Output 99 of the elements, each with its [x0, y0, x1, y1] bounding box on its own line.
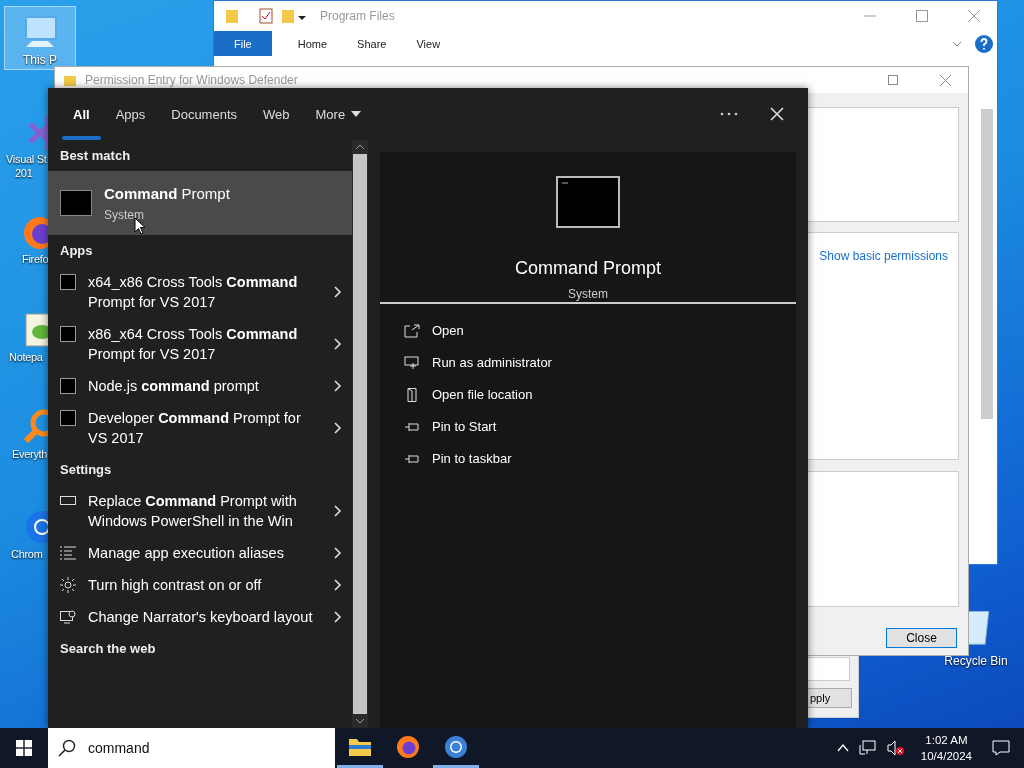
search-field[interactable]: command — [48, 728, 335, 768]
section-heading: Search the web — [59, 640, 157, 658]
folder-icon — [63, 73, 77, 87]
result-item[interactable]: Replace Command Prompt with Windows PowerShell in the Win — [48, 485, 352, 537]
apply-button[interactable]: pply — [808, 688, 852, 708]
best-match-item[interactable]: Command Prompt System — [48, 171, 352, 235]
brightness-icon — [60, 577, 76, 593]
action-item[interactable]: Open — [404, 322, 772, 339]
open-icon — [404, 323, 420, 338]
chevron-right-icon[interactable] — [334, 286, 342, 298]
chevron-up-icon[interactable] — [836, 744, 849, 752]
action-item[interactable]: Run as administrator — [404, 354, 772, 371]
result-title: Replace Command Prompt with Windows PowerShell in the Win — [88, 492, 298, 531]
console-icon — [556, 176, 620, 228]
console-icon — [60, 274, 76, 290]
window-icon — [404, 355, 420, 370]
network-icon[interactable] — [858, 740, 877, 756]
result-subtitle: System — [104, 207, 145, 222]
filter-tab[interactable]: Documents — [158, 88, 250, 140]
result-item[interactable]: Developer Command Prompt for VS 2017 — [48, 402, 352, 454]
search-icon — [58, 739, 76, 757]
clock[interactable]: 1:02 AM 10/4/2024 — [920, 732, 972, 764]
filter-tab[interactable]: Web — [250, 88, 303, 140]
scrollbar[interactable] — [981, 109, 993, 419]
text-field[interactable] — [808, 657, 850, 681]
console-icon — [60, 190, 92, 216]
action-item[interactable]: Pin to taskbar — [404, 450, 772, 467]
result-title: Command Prompt — [104, 184, 230, 202]
console-icon — [60, 378, 76, 394]
result-item[interactable]: Turn high contrast on or off — [48, 569, 352, 601]
section-heading: Settings — [59, 461, 113, 479]
scroll-up-icon[interactable] — [355, 144, 365, 150]
action-label: Open file location — [432, 387, 533, 402]
list-icon — [60, 545, 76, 561]
close-button[interactable]: Close — [886, 628, 957, 648]
result-item[interactable]: x86_x64 Cross Tools Command Prompt for VS 2017 — [48, 318, 352, 370]
filter-tab[interactable]: Apps — [102, 88, 159, 140]
maximize-icon[interactable] — [887, 74, 899, 86]
window-title: Program Files — [320, 9, 395, 23]
chevron-right-icon[interactable] — [334, 422, 342, 434]
window-title: Permission Entry for Windows Defender — [85, 73, 298, 87]
windows-icon[interactable] — [16, 740, 32, 756]
chevron-right-icon[interactable] — [334, 547, 342, 559]
scrollbar[interactable] — [352, 140, 368, 728]
result-title: Turn high contrast on or off — [88, 576, 263, 595]
icon-label: 201 — [15, 166, 33, 180]
result-item[interactable]: x64_x86 Cross Tools Command Prompt for VS 2017 — [48, 266, 352, 318]
app-title: Command Prompt — [514, 258, 662, 279]
chevron-right-icon[interactable] — [334, 611, 342, 623]
ribbon-tab[interactable]: File — [214, 31, 272, 56]
chevron-right-icon[interactable] — [334, 338, 342, 350]
result-title: x64_x86 Cross Tools Command Prompt for VS 2017 — [88, 273, 299, 312]
result-title: Change Narrator's keyboard layout — [88, 608, 314, 627]
result-title: Node.js command prompt — [88, 377, 260, 396]
console-icon — [60, 326, 76, 342]
firefox-icon — [396, 734, 420, 759]
notification-icon[interactable] — [992, 740, 1010, 756]
console-icon — [60, 410, 76, 426]
action-label: Pin to Start — [432, 419, 497, 434]
help-icon[interactable] — [975, 34, 993, 53]
more-options-icon[interactable] — [720, 112, 738, 116]
maximize-icon[interactable] — [915, 9, 929, 23]
icon-label: Notepa — [9, 350, 43, 364]
chevron-right-icon[interactable] — [334, 380, 342, 392]
chrome-icon — [444, 734, 468, 759]
result-item[interactable]: Node.js command prompt — [48, 370, 352, 402]
section-heading: Apps — [59, 242, 94, 260]
ribbon-tab[interactable]: View — [402, 31, 455, 56]
action-item[interactable]: Open file location — [404, 386, 772, 403]
icon-label: Visual St — [6, 152, 47, 166]
search-query: command — [88, 740, 150, 756]
volume-muted-icon[interactable] — [886, 740, 905, 756]
ribbon-tab[interactable]: Home — [283, 31, 342, 56]
narrator-icon — [60, 609, 76, 625]
more-tab[interactable]: More — [302, 88, 375, 140]
ribbon-tab[interactable]: Share — [343, 31, 401, 56]
icon-label: Chrom — [11, 547, 43, 561]
result-title: x86_x64 Cross Tools Command Prompt for VS 2017 — [88, 325, 299, 364]
file-icon — [404, 387, 420, 402]
action-label: Pin to taskbar — [432, 451, 512, 466]
section-heading: Best match — [59, 147, 132, 165]
action-item[interactable]: Pin to Start — [404, 418, 772, 435]
filter-tab[interactable]: All — [60, 88, 103, 140]
app-subtitle: System — [568, 287, 608, 301]
permissions-link[interactable]: Show basic permissions — [819, 249, 948, 263]
result-title: Manage app execution aliases — [88, 544, 285, 563]
result-item[interactable]: Manage app execution aliases — [48, 537, 352, 569]
icon-label: Everyth — [12, 447, 48, 461]
result-title: Developer Command Prompt for VS 2017 — [88, 409, 302, 448]
chevron-right-icon[interactable] — [334, 579, 342, 591]
icon-label: Firefo — [22, 252, 49, 266]
icon-label: Recycle Bin — [944, 654, 1008, 668]
scroll-down-icon[interactable] — [355, 718, 365, 724]
result-item[interactable]: Change Narrator's keyboard layout — [48, 601, 352, 633]
action-label: Open — [432, 323, 464, 338]
caret-icon — [351, 111, 362, 117]
action-label: Run as administrator — [432, 355, 552, 370]
icon-label: This P — [23, 53, 57, 67]
chevron-right-icon[interactable] — [334, 505, 342, 517]
